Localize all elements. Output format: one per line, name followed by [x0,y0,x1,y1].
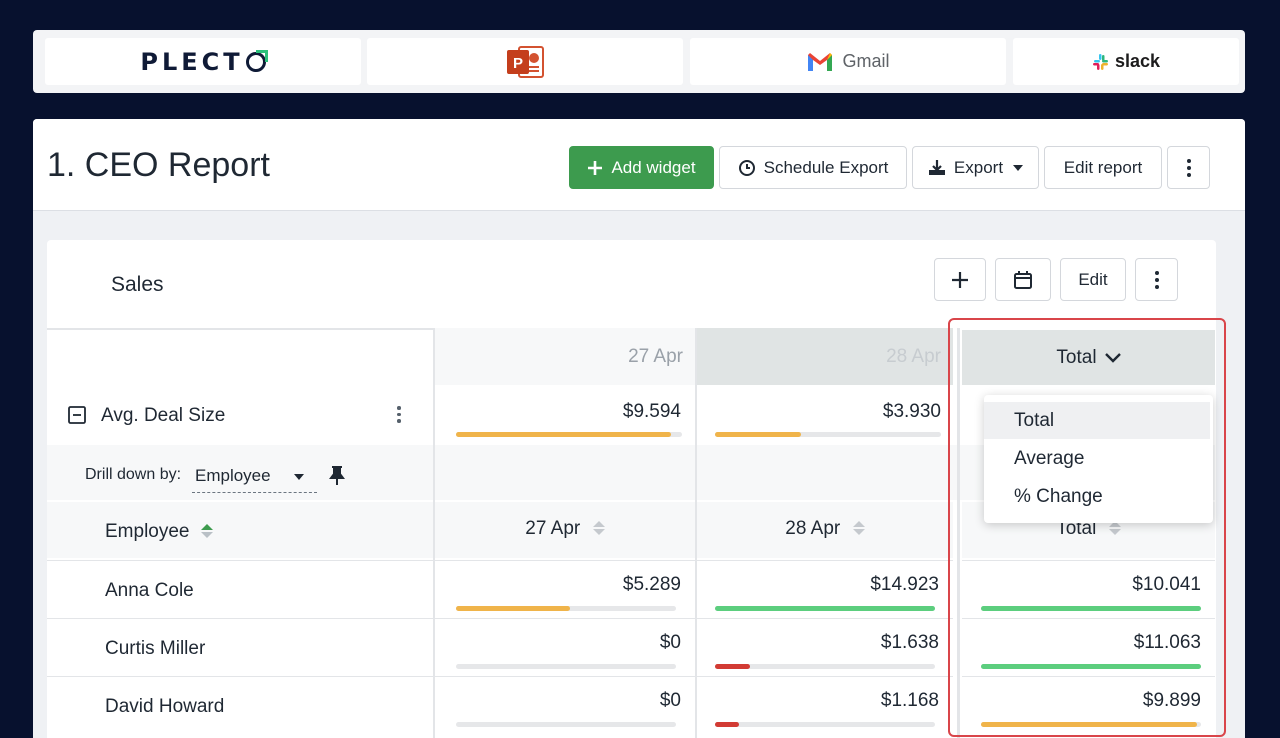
progress-fill [456,606,571,611]
value-cell: $0 [435,618,695,674]
drilldown-select[interactable]: Employee [192,461,317,493]
value-cell: $14.923 [697,560,953,616]
svg-text:P: P [513,55,523,72]
sort-icon[interactable] [852,520,865,535]
widget-title: Sales [111,273,164,296]
plecto-logo: PLECT [140,48,268,76]
metric-row-label: Avg. Deal Size [47,386,433,443]
widget-edit-button[interactable]: Edit [1060,258,1126,301]
calendar-icon [1014,270,1032,289]
plecto-tile[interactable]: PLECT [45,38,361,85]
add-metric-button[interactable] [934,258,986,301]
table-corner [47,328,433,385]
slack-tile[interactable]: slack [1013,38,1239,85]
progress-bar [715,606,935,611]
employee-name: David Howard [105,696,225,717]
highlight-frame [948,318,1226,737]
sort-icon[interactable] [201,524,213,538]
sort-icon[interactable] [592,520,605,535]
sub-header-label: 28 Apr [785,518,841,539]
column-divider [695,328,697,738]
progress-fill [715,606,935,611]
sub-header-label: 27 Apr [525,518,581,539]
value-cell: $0 [435,676,695,732]
plus-icon [588,160,603,175]
metric-label: Avg. Deal Size [101,405,226,426]
progress-bar [715,664,935,669]
kebab-icon [1154,270,1159,289]
slack-label: slack [1114,51,1161,71]
employee-header-label: Employee [105,521,190,542]
progress-fill [715,664,751,669]
page-title: 1. CEO Report [47,146,270,184]
progress-bar [456,606,676,611]
report-header: 1. CEO Report Add widget Schedule Export… [33,119,1245,211]
cell-value: $1.168 [880,690,939,711]
cell-value: $1.638 [880,632,939,653]
gmail-tile[interactable]: Gmail [690,38,1006,85]
integrations-strip: PLECT P Gmail slack [33,30,1245,93]
add-widget-button[interactable]: Add widget [569,146,714,189]
clock-icon [738,159,755,176]
widget-more-button[interactable] [1135,258,1178,301]
cell-value: $0 [659,632,681,653]
drilldown-value: Employee [195,466,271,485]
slack-icon [1092,53,1108,70]
employee-row[interactable]: David Howard [47,676,433,732]
employee-column-header[interactable]: Employee [47,502,433,558]
value-cell: $5.289 [435,560,695,616]
drilldown-label: Drill down by: [85,466,182,483]
employee-name: Anna Cole [105,580,194,601]
download-icon [928,159,945,175]
caret-down-icon [294,474,304,480]
metric-cell-27-apr: $9.594 [435,386,695,443]
progress-bar [456,722,676,727]
progress-bar [456,432,682,437]
plus-icon [952,271,968,288]
more-options-button[interactable] [1167,146,1210,189]
metric-cell-28-apr: $3.930 [697,386,953,443]
powerpoint-tile[interactable]: P [367,38,683,85]
add-widget-label: Add widget [611,157,696,177]
employee-name: Curtis Miller [105,638,206,659]
edit-report-label: Edit report [1063,157,1143,177]
metric-value: $3.930 [882,401,941,422]
schedule-export-button[interactable]: Schedule Export [719,146,907,189]
caret-down-icon [1013,164,1024,171]
column-header-28-apr[interactable]: 28 Apr [697,328,953,385]
sub-header-27-apr[interactable]: 27 Apr [435,502,695,558]
widget-edit-label: Edit [1078,269,1108,289]
sub-header-28-apr[interactable]: 28 Apr [697,502,953,558]
gmail-icon [808,52,833,71]
export-label: Export [953,157,1004,177]
export-button[interactable]: Export [912,146,1039,189]
schedule-export-label: Schedule Export [763,157,889,177]
column-divider [433,328,435,738]
cell-value: $0 [659,690,681,711]
pin-icon[interactable] [329,466,345,486]
cell-value: $5.289 [622,574,681,595]
gmail-label: Gmail [842,51,890,71]
progress-bar [715,432,941,437]
cell-value: $14.923 [870,574,939,595]
powerpoint-icon: P [507,45,544,78]
value-cell: $1.168 [697,676,953,732]
progress-bar [715,722,935,727]
metric-value: $9.594 [622,401,681,422]
value-cell: $1.638 [697,618,953,674]
edit-report-button[interactable]: Edit report [1044,146,1162,189]
employee-row[interactable]: Curtis Miller [47,618,433,674]
column-header-label: 27 Apr [628,346,683,367]
progress-fill [715,722,740,727]
progress-bar [456,664,676,669]
collapse-icon[interactable] [68,406,86,424]
kebab-icon [1186,158,1191,177]
date-range-button[interactable] [995,258,1051,301]
column-header-27-apr[interactable]: 27 Apr [435,328,695,385]
employee-row[interactable]: Anna Cole [47,560,433,616]
kebab-icon[interactable] [397,406,401,423]
column-header-label: 28 Apr [886,346,941,367]
